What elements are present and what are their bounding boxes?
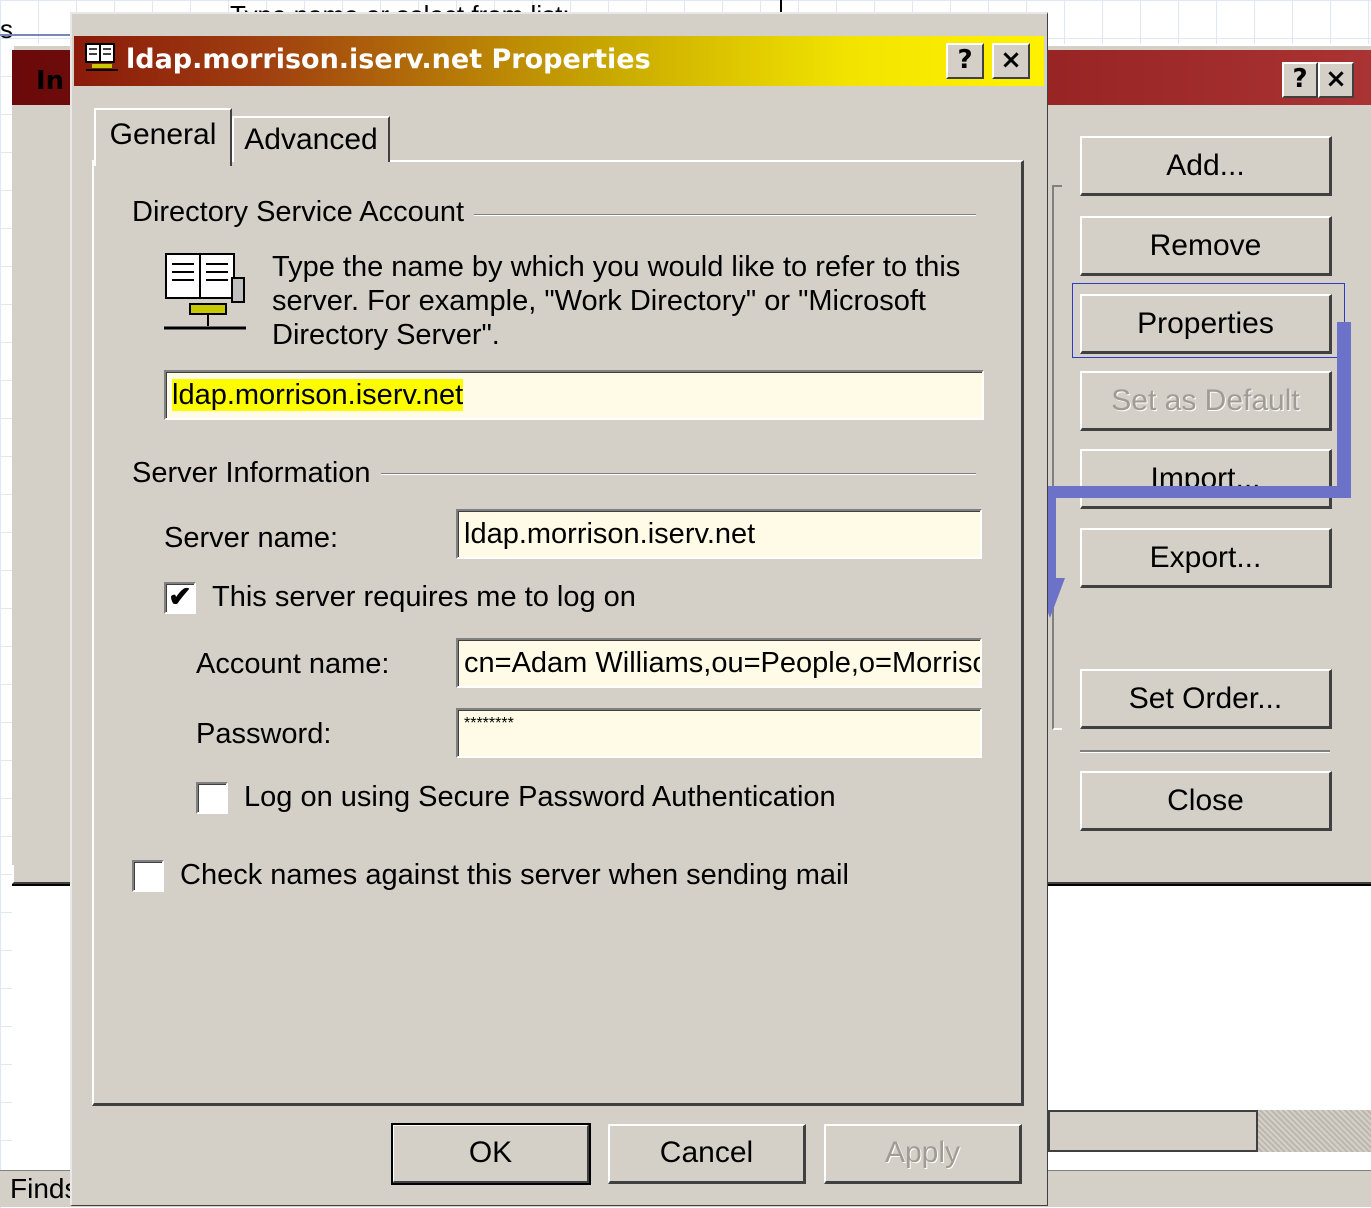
account-name-field[interactable]: cn=Adam Williams,ou=People,o=Morrison bbox=[456, 638, 982, 688]
server-name-field[interactable]: ldap.morrison.iserv.net bbox=[456, 509, 982, 559]
dialog-help-button[interactable]: ? bbox=[946, 43, 984, 79]
accounts-close-button[interactable]: × bbox=[1318, 62, 1354, 98]
close-button[interactable]: Close bbox=[1080, 771, 1332, 831]
import-button[interactable]: Import... bbox=[1080, 449, 1332, 509]
address-book-icon bbox=[85, 43, 118, 71]
background-label: s bbox=[0, 14, 13, 44]
accounts-list-edge bbox=[1052, 185, 1062, 730]
cancel-button[interactable]: Cancel bbox=[608, 1124, 806, 1184]
account-display-name-field[interactable]: ldap.morrison.iserv.net bbox=[164, 370, 984, 420]
spa-checkbox[interactable] bbox=[196, 782, 228, 814]
requires-logon-checkbox[interactable]: ✔ bbox=[164, 582, 196, 614]
dialog-close-button[interactable]: × bbox=[992, 43, 1030, 79]
accounts-help-button[interactable]: ? bbox=[1282, 62, 1318, 98]
password-label: Password: bbox=[196, 718, 332, 750]
status-text: Finds bbox=[10, 1173, 79, 1204]
directory-account-description: Type the name by which you would like to… bbox=[272, 251, 961, 351]
set-as-default-button[interactable]: Set as Default bbox=[1080, 371, 1332, 431]
check-names-checkbox[interactable] bbox=[132, 860, 164, 892]
button-separator bbox=[1080, 750, 1330, 753]
server-info-group-label: Server Information bbox=[132, 457, 381, 490]
ok-button[interactable]: OK bbox=[391, 1123, 591, 1185]
password-field[interactable]: ******** bbox=[456, 708, 982, 758]
properties-highlight bbox=[1072, 283, 1345, 358]
account-name-label: Account name: bbox=[196, 648, 390, 680]
remove-button[interactable]: Remove bbox=[1080, 216, 1332, 276]
background-scroll-track bbox=[1258, 1110, 1371, 1152]
accounts-window-title: In bbox=[36, 66, 65, 96]
background-divider bbox=[0, 34, 70, 36]
apply-button[interactable]: Apply bbox=[824, 1124, 1022, 1184]
requires-logon-label: This server requires me to log on bbox=[212, 581, 636, 613]
export-button[interactable]: Export... bbox=[1080, 528, 1332, 588]
accounts-left-panel bbox=[12, 105, 75, 865]
directory-book-icon bbox=[164, 253, 246, 330]
server-name-label: Server name: bbox=[164, 522, 339, 554]
add-button[interactable]: Add... bbox=[1080, 136, 1332, 196]
annotation-arrow-segment bbox=[1044, 486, 1351, 498]
spa-label: Log on using Secure Password Authenticat… bbox=[244, 781, 836, 813]
dialog-title: ldap.morrison.iserv.net Properties bbox=[126, 44, 651, 75]
tab-general[interactable]: General bbox=[94, 108, 232, 166]
annotation-arrow-segment bbox=[1337, 322, 1351, 498]
directory-account-group-label: Directory Service Account bbox=[132, 196, 475, 229]
set-order-button[interactable]: Set Order... bbox=[1080, 669, 1332, 729]
account-display-name-value: ldap.morrison.iserv.net bbox=[172, 379, 464, 411]
tab-advanced[interactable]: Advanced bbox=[232, 116, 390, 162]
check-names-label: Check names against this server when sen… bbox=[180, 859, 849, 891]
background-scrollbar[interactable] bbox=[1048, 1110, 1258, 1152]
